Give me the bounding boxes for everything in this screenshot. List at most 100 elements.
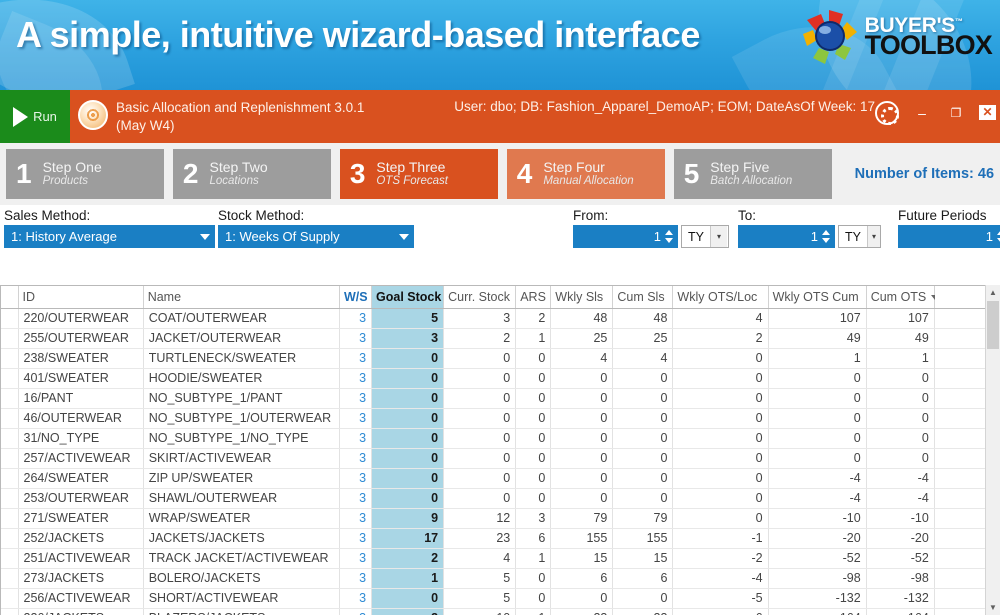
- row-selector-cell[interactable]: [0, 308, 18, 328]
- cell-curr[interactable]: 0: [444, 448, 516, 468]
- cell-cum_ots[interactable]: -4: [866, 468, 934, 488]
- cell-cum_sls[interactable]: 15: [613, 548, 673, 568]
- table-row[interactable]: 257/ACTIVEWEARSKIRT/ACTIVEWEAR300000000: [0, 448, 1000, 468]
- table-row[interactable]: 256/ACTIVEWEARSHORT/ACTIVEWEAR305000-5-1…: [0, 588, 1000, 608]
- cell-curr[interactable]: 3: [444, 308, 516, 328]
- cell-ws[interactable]: 3: [339, 428, 371, 448]
- run-button[interactable]: Run: [0, 90, 70, 143]
- column-header-ars[interactable]: ARS: [516, 286, 551, 308]
- cell-name[interactable]: TRACK JACKET/ACTIVEWEAR: [143, 548, 339, 568]
- cell-wkly_loc[interactable]: -5: [673, 588, 768, 608]
- cell-curr[interactable]: 0: [444, 408, 516, 428]
- cell-name[interactable]: BLAZERS/JACKETS: [143, 608, 339, 615]
- cell-ars[interactable]: 1: [516, 548, 551, 568]
- cell-wkly_cum[interactable]: -164: [768, 608, 866, 615]
- cell-wkly_loc[interactable]: -6: [673, 608, 768, 615]
- cell-wkly_sls[interactable]: 25: [551, 328, 613, 348]
- cell-wkly_sls[interactable]: 15: [551, 548, 613, 568]
- wizard-step-2[interactable]: 2Step TwoLocations: [173, 149, 331, 199]
- cell-goal[interactable]: 0: [372, 428, 444, 448]
- cell-wkly_sls[interactable]: 48: [551, 308, 613, 328]
- cell-cum_ots[interactable]: 0: [866, 428, 934, 448]
- cell-cum_ots[interactable]: -20: [866, 528, 934, 548]
- cell-curr[interactable]: 0: [444, 368, 516, 388]
- cell-name[interactable]: NO_SUBTYPE_1/PANT: [143, 388, 339, 408]
- cell-cum_sls[interactable]: 0: [613, 388, 673, 408]
- table-row[interactable]: 401/SWEATERHOODIE/SWEATER300000000: [0, 368, 1000, 388]
- cell-wkly_cum[interactable]: 1: [768, 348, 866, 368]
- cell-goal[interactable]: 2: [372, 548, 444, 568]
- cell-cum_ots[interactable]: 0: [866, 388, 934, 408]
- table-row[interactable]: 16/PANTNO_SUBTYPE_1/PANT300000000: [0, 388, 1000, 408]
- cell-goal[interactable]: 0: [372, 408, 444, 428]
- cell-cum_sls[interactable]: 0: [613, 408, 673, 428]
- cell-ars[interactable]: 0: [516, 468, 551, 488]
- cell-curr[interactable]: 5: [444, 568, 516, 588]
- row-selector-cell[interactable]: [0, 428, 18, 448]
- cell-wkly_sls[interactable]: 0: [551, 368, 613, 388]
- cell-id[interactable]: 255/OUTERWEAR: [18, 328, 143, 348]
- row-selector-cell[interactable]: [0, 508, 18, 528]
- scrollbar-thumb[interactable]: [987, 301, 999, 349]
- cell-ws[interactable]: 3: [339, 308, 371, 328]
- cell-ars[interactable]: 3: [516, 508, 551, 528]
- data-grid[interactable]: IDNameW/SGoal StockCurr. StockARSWkly Sl…: [0, 285, 1000, 615]
- cell-wkly_loc[interactable]: -1: [673, 528, 768, 548]
- cell-cum_sls[interactable]: 0: [613, 448, 673, 468]
- cell-id[interactable]: 220/OUTERWEAR: [18, 308, 143, 328]
- column-header-wkly_sls[interactable]: Wkly Sls: [551, 286, 613, 308]
- cell-name[interactable]: SHORT/ACTIVEWEAR: [143, 588, 339, 608]
- cell-id[interactable]: 401/SWEATER: [18, 368, 143, 388]
- row-selector-cell[interactable]: [0, 608, 18, 615]
- cell-cum_ots[interactable]: 0: [866, 368, 934, 388]
- cell-goal[interactable]: 1: [372, 568, 444, 588]
- cell-wkly_sls[interactable]: 155: [551, 528, 613, 548]
- cell-curr[interactable]: 5: [444, 588, 516, 608]
- table-row[interactable]: 252/JACKETSJACKETS/JACKETS317236155155-1…: [0, 528, 1000, 548]
- stock-method-select[interactable]: 1: Weeks Of Supply: [218, 225, 414, 248]
- cell-wkly_sls[interactable]: 0: [551, 388, 613, 408]
- wizard-step-1[interactable]: 1Step OneProducts: [6, 149, 164, 199]
- table-row[interactable]: 273/JACKETSBOLERO/JACKETS315066-4-98-98: [0, 568, 1000, 588]
- table-row[interactable]: 226/JACKETSBLAZERS/JACKETS331012323-6-16…: [0, 608, 1000, 615]
- row-selector-cell[interactable]: [0, 388, 18, 408]
- wizard-step-5[interactable]: 5Step FiveBatch Allocation: [674, 149, 832, 199]
- cell-ws[interactable]: 3: [339, 368, 371, 388]
- cell-cum_sls[interactable]: 0: [613, 468, 673, 488]
- cell-ars[interactable]: 1: [516, 608, 551, 615]
- cell-wkly_loc[interactable]: 0: [673, 488, 768, 508]
- cell-wkly_sls[interactable]: 0: [551, 448, 613, 468]
- cell-cum_ots[interactable]: 0: [866, 448, 934, 468]
- row-selector-cell[interactable]: [0, 528, 18, 548]
- cell-curr[interactable]: 2: [444, 328, 516, 348]
- maximize-restore-button[interactable]: ❐: [945, 106, 967, 120]
- table-row[interactable]: 251/ACTIVEWEARTRACK JACKET/ACTIVEWEAR324…: [0, 548, 1000, 568]
- cell-cum_sls[interactable]: 0: [613, 428, 673, 448]
- cell-wkly_cum[interactable]: -132: [768, 588, 866, 608]
- cell-ws[interactable]: 3: [339, 588, 371, 608]
- cell-wkly_loc[interactable]: 0: [673, 428, 768, 448]
- cell-wkly_cum[interactable]: 49: [768, 328, 866, 348]
- row-selector-cell[interactable]: [0, 328, 18, 348]
- cell-cum_ots[interactable]: -132: [866, 588, 934, 608]
- cell-wkly_loc[interactable]: -4: [673, 568, 768, 588]
- cell-wkly_loc[interactable]: 0: [673, 368, 768, 388]
- cell-curr[interactable]: 10: [444, 608, 516, 615]
- cell-curr[interactable]: 0: [444, 468, 516, 488]
- cell-wkly_loc[interactable]: 0: [673, 448, 768, 468]
- cell-name[interactable]: SKIRT/ACTIVEWEAR: [143, 448, 339, 468]
- row-selector-cell[interactable]: [0, 568, 18, 588]
- table-row[interactable]: 271/SWEATERWRAP/SWEATER3912379790-10-10: [0, 508, 1000, 528]
- cell-name[interactable]: ZIP UP/SWEATER: [143, 468, 339, 488]
- cell-name[interactable]: TURTLENECK/SWEATER: [143, 348, 339, 368]
- column-header-wkly_loc[interactable]: Wkly OTS/Loc: [673, 286, 768, 308]
- cell-id[interactable]: 252/JACKETS: [18, 528, 143, 548]
- wizard-step-3[interactable]: 3Step ThreeOTS Forecast: [340, 149, 498, 199]
- cell-id[interactable]: 271/SWEATER: [18, 508, 143, 528]
- cell-ars[interactable]: 2: [516, 308, 551, 328]
- cell-id[interactable]: 253/OUTERWEAR: [18, 488, 143, 508]
- cell-id[interactable]: 226/JACKETS: [18, 608, 143, 615]
- cell-cum_sls[interactable]: 48: [613, 308, 673, 328]
- column-header-ws[interactable]: W/S: [339, 286, 371, 308]
- cell-id[interactable]: 251/ACTIVEWEAR: [18, 548, 143, 568]
